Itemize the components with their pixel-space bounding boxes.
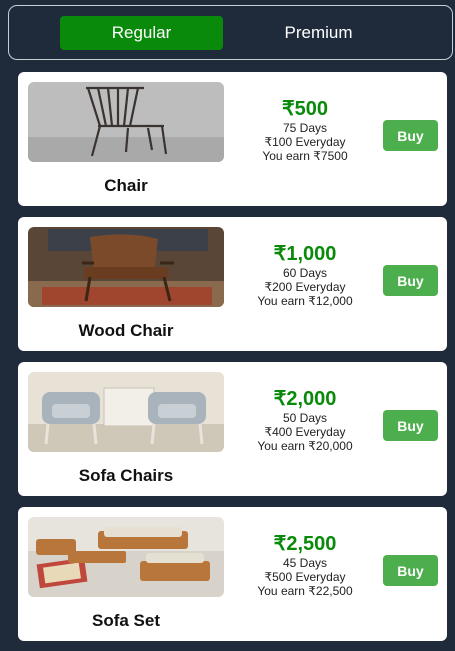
product-earn: You earn ₹7500 — [262, 149, 348, 163]
tab-regular[interactable]: Regular — [60, 16, 223, 50]
product-name: Sofa Set — [91, 611, 161, 630]
sofa-chairs-image — [28, 372, 224, 452]
plan-tabs: Regular Premium — [8, 5, 453, 60]
product-card-wood-chair: Wood Chair ₹1,000 60 Days ₹200 Everyday … — [18, 217, 447, 351]
product-card-sofa-set: Sofa Set ₹2,500 45 Days ₹500 Everyday Yo… — [18, 507, 447, 641]
product-days: 60 Days — [282, 266, 328, 280]
buy-button[interactable]: Buy — [383, 120, 438, 151]
product-earn: You earn ₹22,500 — [257, 584, 353, 598]
product-name: Wood Chair — [78, 321, 174, 340]
product-card-sofa-chairs: Sofa Chairs ₹2,000 50 Days ₹400 Everyday… — [18, 362, 447, 496]
product-price: ₹500 — [281, 98, 329, 120]
product-earn: You earn ₹12,000 — [257, 294, 353, 308]
tab-premium[interactable]: Premium — [237, 16, 400, 50]
product-info: ₹1,000 60 Days ₹200 Everyday You earn ₹1… — [240, 243, 370, 308]
product-daily: ₹200 Everyday — [264, 280, 346, 294]
buy-button[interactable]: Buy — [383, 265, 438, 296]
product-daily: ₹100 Everyday — [264, 135, 346, 149]
product-days: 50 Days — [282, 411, 328, 425]
product-info: ₹2,000 50 Days ₹400 Everyday You earn ₹2… — [240, 388, 370, 453]
product-daily: ₹500 Everyday — [264, 570, 346, 584]
buy-button[interactable]: Buy — [383, 555, 438, 586]
product-earn: You earn ₹20,000 — [257, 439, 353, 453]
product-price: ₹2,000 — [273, 388, 337, 410]
product-price: ₹1,000 — [273, 243, 337, 265]
chair-image — [28, 82, 224, 162]
buy-button[interactable]: Buy — [383, 410, 438, 441]
product-info: ₹2,500 45 Days ₹500 Everyday You earn ₹2… — [240, 533, 370, 598]
product-info: ₹500 75 Days ₹100 Everyday You earn ₹750… — [240, 98, 370, 163]
product-name: Chair — [104, 176, 148, 195]
sofa-set-image — [28, 517, 224, 597]
product-name: Sofa Chairs — [78, 466, 174, 485]
product-days: 75 Days — [282, 121, 328, 135]
product-daily: ₹400 Everyday — [264, 425, 346, 439]
wood-chair-image — [28, 227, 224, 307]
product-price: ₹2,500 — [273, 533, 337, 555]
product-card-chair: Chair ₹500 75 Days ₹100 Everyday You ear… — [18, 72, 447, 206]
product-days: 45 Days — [282, 556, 328, 570]
